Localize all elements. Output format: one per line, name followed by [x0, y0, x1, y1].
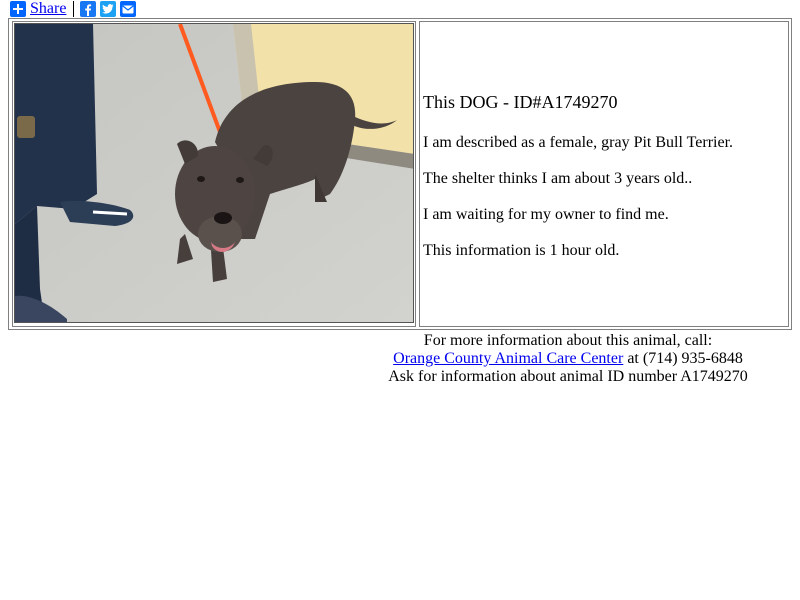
shelter-link[interactable]: Orange County Animal Care Center: [393, 350, 623, 367]
id-reference: Ask for information about animal ID numb…: [388, 368, 748, 385]
share-link[interactable]: Share: [30, 1, 66, 17]
twitter-icon[interactable]: [100, 1, 117, 17]
share-toolbar: Share: [10, 1, 140, 17]
freshness-line: This information is 1 hour old.: [423, 242, 620, 259]
description-cell: This DOG - ID#A1749270 I am described as…: [419, 21, 789, 327]
contact-info: For more information about this animal, …: [348, 332, 788, 386]
contact-intro: For more information about this animal, …: [423, 332, 713, 349]
description-line: I am described as a female, gray Pit Bul…: [423, 134, 734, 151]
phone-number: at (714) 935-6848: [623, 350, 743, 367]
animal-title: This DOG - ID#A1749270: [423, 92, 618, 112]
email-icon[interactable]: [120, 1, 137, 17]
animal-table: This DOG - ID#A1749270 I am described as…: [8, 18, 792, 330]
toolbar-divider: [73, 1, 75, 17]
dog-photo: [14, 23, 414, 323]
photo-cell: [12, 21, 416, 327]
share-plus-icon[interactable]: [10, 1, 26, 17]
contact-line: Orange County Animal Care Center at (714…: [348, 350, 788, 368]
status-line: I am waiting for my owner to find me.: [423, 206, 669, 223]
facebook-icon[interactable]: [80, 1, 97, 17]
age-line: The shelter thinks I am about 3 years ol…: [423, 170, 693, 187]
